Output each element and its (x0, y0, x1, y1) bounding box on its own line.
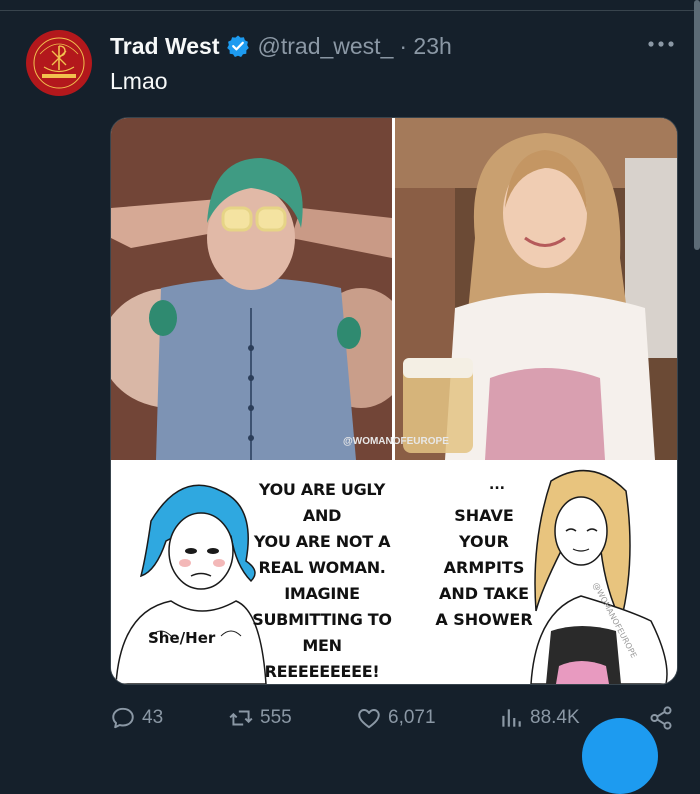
meme-right-text: SHAVE YOUR ARMPITS AND TAKE A SHOWER (433, 503, 535, 633)
meme-left-line: REAL WOMAN. (258, 558, 386, 577)
scrollbar[interactable] (694, 0, 700, 250)
reply-icon (112, 707, 134, 729)
views-icon (502, 709, 521, 727)
meme-left-text: YOU ARE UGLY AND YOU ARE NOT A REAL WOMA… (243, 477, 401, 684)
author-handle[interactable]: @trad_west_ (258, 33, 394, 60)
meme-right-line: ARMPITS (443, 558, 525, 577)
tweet-header: Trad West @trad_west_ · 23h (110, 30, 452, 62)
meme-right-line: A SHOWER (435, 610, 533, 629)
pronoun-label: She/Her (148, 629, 216, 647)
views-button[interactable]: 88.4K (498, 700, 580, 736)
photo-woman-green-hair (111, 118, 392, 460)
like-icon (358, 709, 380, 729)
meme-left-line: YOU ARE NOT A (253, 532, 391, 551)
meme-left-line: YOU ARE UGLY AND (258, 480, 386, 525)
views-count: 88.4K (530, 707, 580, 728)
reply-count: 43 (142, 707, 164, 728)
tweet-text: Lmao (110, 68, 168, 94)
meme-right-line: SHAVE (454, 506, 514, 525)
photo-right[interactable] (395, 118, 677, 460)
share-icon (650, 706, 672, 730)
meme-left-line: IMAGINE (284, 584, 360, 603)
like-count: 6,071 (388, 707, 436, 728)
meme-panel[interactable]: YOU ARE UGLY AND YOU ARE NOT A REAL WOMA… (111, 461, 677, 684)
verified-icon (226, 35, 249, 57)
tweet-media[interactable]: @WOMANOFEUROPE YOU ARE UGLY AND YOU ARE … (110, 117, 678, 685)
photo-watermark: @WOMANOFEUROPE (343, 436, 449, 447)
photo-left[interactable] (111, 118, 392, 460)
meme-right-line: YOUR (459, 532, 509, 551)
photo-woman-dirndl (395, 118, 677, 460)
tweet-time[interactable]: · 23h (399, 33, 451, 60)
repost-button[interactable]: 555 (228, 700, 292, 736)
reply-button[interactable]: 43 (110, 700, 163, 736)
like-button[interactable]: 6,071 (356, 700, 436, 736)
avatar[interactable] (26, 30, 92, 96)
author-name[interactable]: Trad West (110, 33, 220, 60)
repost-icon (229, 710, 253, 726)
compose-fab[interactable] (582, 718, 658, 794)
top-divider (0, 10, 700, 11)
avatar-emblem-icon (28, 32, 90, 94)
meme-ellipsis: ... (489, 477, 505, 493)
meme-right-line: AND TAKE (438, 584, 529, 603)
repost-count: 555 (260, 707, 292, 728)
share-button[interactable] (648, 700, 680, 736)
meme-left-line: MEN (302, 636, 342, 655)
more-icon[interactable] (644, 32, 678, 56)
meme-left-line: REEEEEEEEE! (264, 662, 380, 681)
meme-left-line: SUBMITTING TO (252, 610, 392, 629)
